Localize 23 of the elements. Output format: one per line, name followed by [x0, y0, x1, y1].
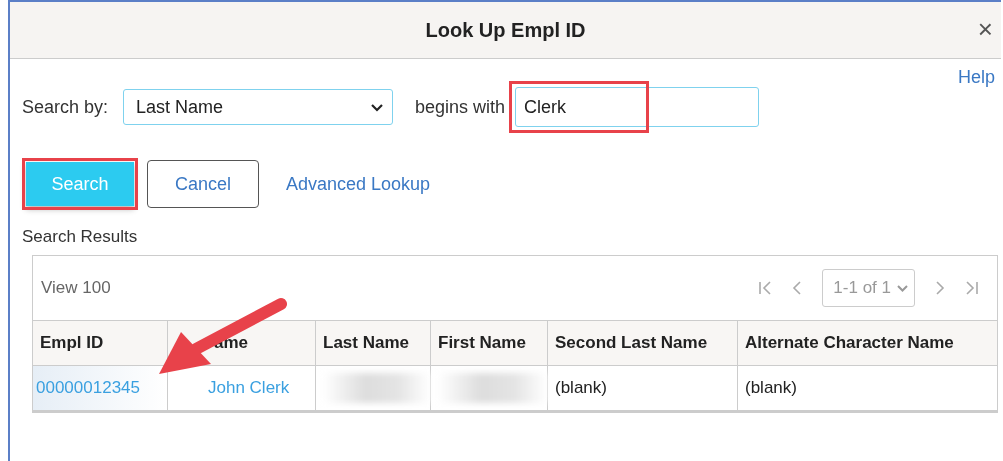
- table-cell: (blank): [745, 378, 797, 398]
- column-header[interactable]: Second Last Name: [548, 321, 738, 365]
- help-link[interactable]: Help: [957, 67, 995, 89]
- close-button[interactable]: ×: [973, 14, 997, 45]
- column-header[interactable]: Alternate Character Name: [738, 321, 996, 365]
- column-header[interactable]: First Name: [431, 321, 548, 365]
- search-value-field[interactable]: Clerk: [515, 87, 760, 127]
- view-all-link[interactable]: View 100: [41, 278, 111, 298]
- advanced-lookup-link[interactable]: Advanced Lookup: [286, 173, 431, 195]
- previous-icon[interactable]: [792, 280, 803, 296]
- window-title: Look Up Empl ID: [425, 18, 586, 42]
- search-by-dropdown[interactable]: Last Name: [123, 89, 394, 125]
- column-header[interactable]: Last Name: [316, 321, 431, 365]
- cancel-button[interactable]: Cancel: [147, 160, 259, 208]
- chevron-down-icon: [897, 284, 908, 292]
- first-page-icon[interactable]: [758, 280, 773, 296]
- next-icon[interactable]: [935, 280, 945, 296]
- table-cell: (blank): [555, 378, 607, 398]
- chevron-down-icon: [370, 102, 385, 112]
- last-page-icon[interactable]: [965, 280, 979, 296]
- search-by-label: Search by:: [22, 96, 109, 118]
- section-title: Search Results: [22, 227, 139, 247]
- operator-label: begins with: [415, 96, 506, 118]
